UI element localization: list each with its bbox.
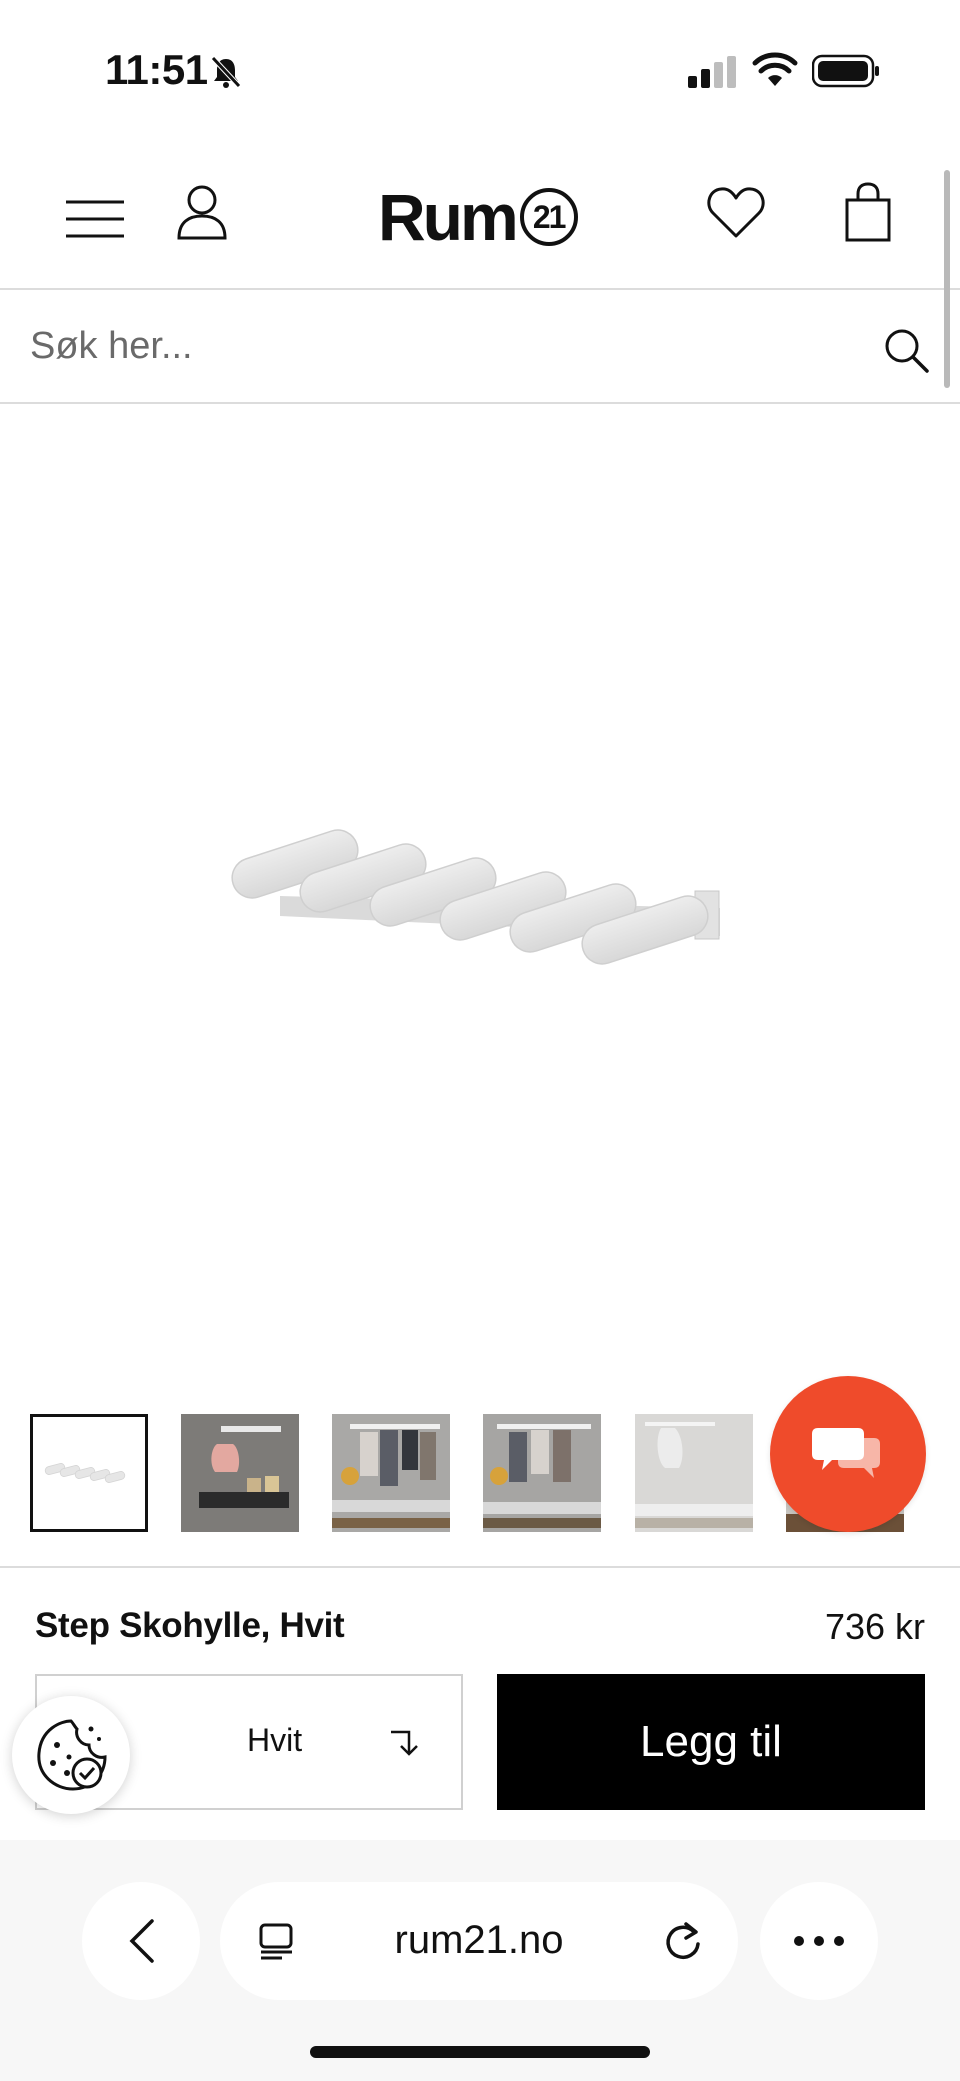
- cookie-icon: [37, 1719, 107, 1791]
- address-bar[interactable]: rum21.no: [220, 1882, 738, 2000]
- wifi-icon: [752, 52, 798, 86]
- home-indicator: [310, 2046, 650, 2058]
- status-time: 11:51: [105, 46, 208, 93]
- search-icon[interactable]: [882, 326, 930, 374]
- search-input[interactable]: [30, 316, 850, 376]
- search-bar: [0, 292, 960, 404]
- thumbnail-4[interactable]: [483, 1414, 601, 1532]
- product-main-image[interactable]: [0, 406, 960, 1376]
- cellular-signal-icon: [688, 56, 736, 88]
- user-icon[interactable]: [176, 184, 228, 240]
- bag-icon[interactable]: [844, 182, 892, 242]
- browser-more-button[interactable]: [760, 1882, 878, 2000]
- browser-back-button[interactable]: [82, 1882, 200, 2000]
- heart-icon[interactable]: [706, 184, 766, 240]
- chat-button[interactable]: [770, 1376, 926, 1532]
- cookie-settings-button[interactable]: [12, 1696, 130, 1814]
- status-bar: 11:51: [0, 0, 960, 140]
- browser-toolbar: rum21.no: [0, 1840, 960, 2081]
- logo-number: 21: [519, 188, 578, 246]
- product-price: 736 kr: [824, 1606, 925, 1647]
- product-name: Step Skohylle, Hvit: [35, 1606, 345, 1645]
- arrow-down-icon: [391, 1730, 418, 1756]
- shoe-shelf-image: [231, 829, 720, 965]
- product-bar: Step Skohylle, Hvit 736 kr Hvit Legg til: [0, 1566, 960, 1836]
- add-to-cart-button[interactable]: Legg til: [497, 1674, 925, 1810]
- more-icon: [794, 1936, 844, 1946]
- reload-icon[interactable]: [662, 1920, 704, 1962]
- thumbnail-5[interactable]: [635, 1414, 753, 1532]
- battery-icon: [812, 54, 879, 88]
- menu-icon[interactable]: [64, 198, 126, 240]
- thumbnail-3[interactable]: [332, 1414, 450, 1532]
- chat-icon: [812, 1428, 880, 1478]
- chevron-left-icon: [129, 1919, 154, 1963]
- url-text: rum21.no: [394, 1918, 564, 1962]
- bell-muted-icon: [211, 56, 241, 88]
- variant-label: Hvit: [247, 1722, 303, 1758]
- thumbnail-2[interactable]: [181, 1414, 299, 1532]
- logo-text: Rum: [378, 180, 519, 254]
- thumbnail-1[interactable]: [30, 1414, 148, 1532]
- logo[interactable]: Rum 21: [378, 180, 578, 254]
- site-header: Rum 21: [0, 140, 960, 290]
